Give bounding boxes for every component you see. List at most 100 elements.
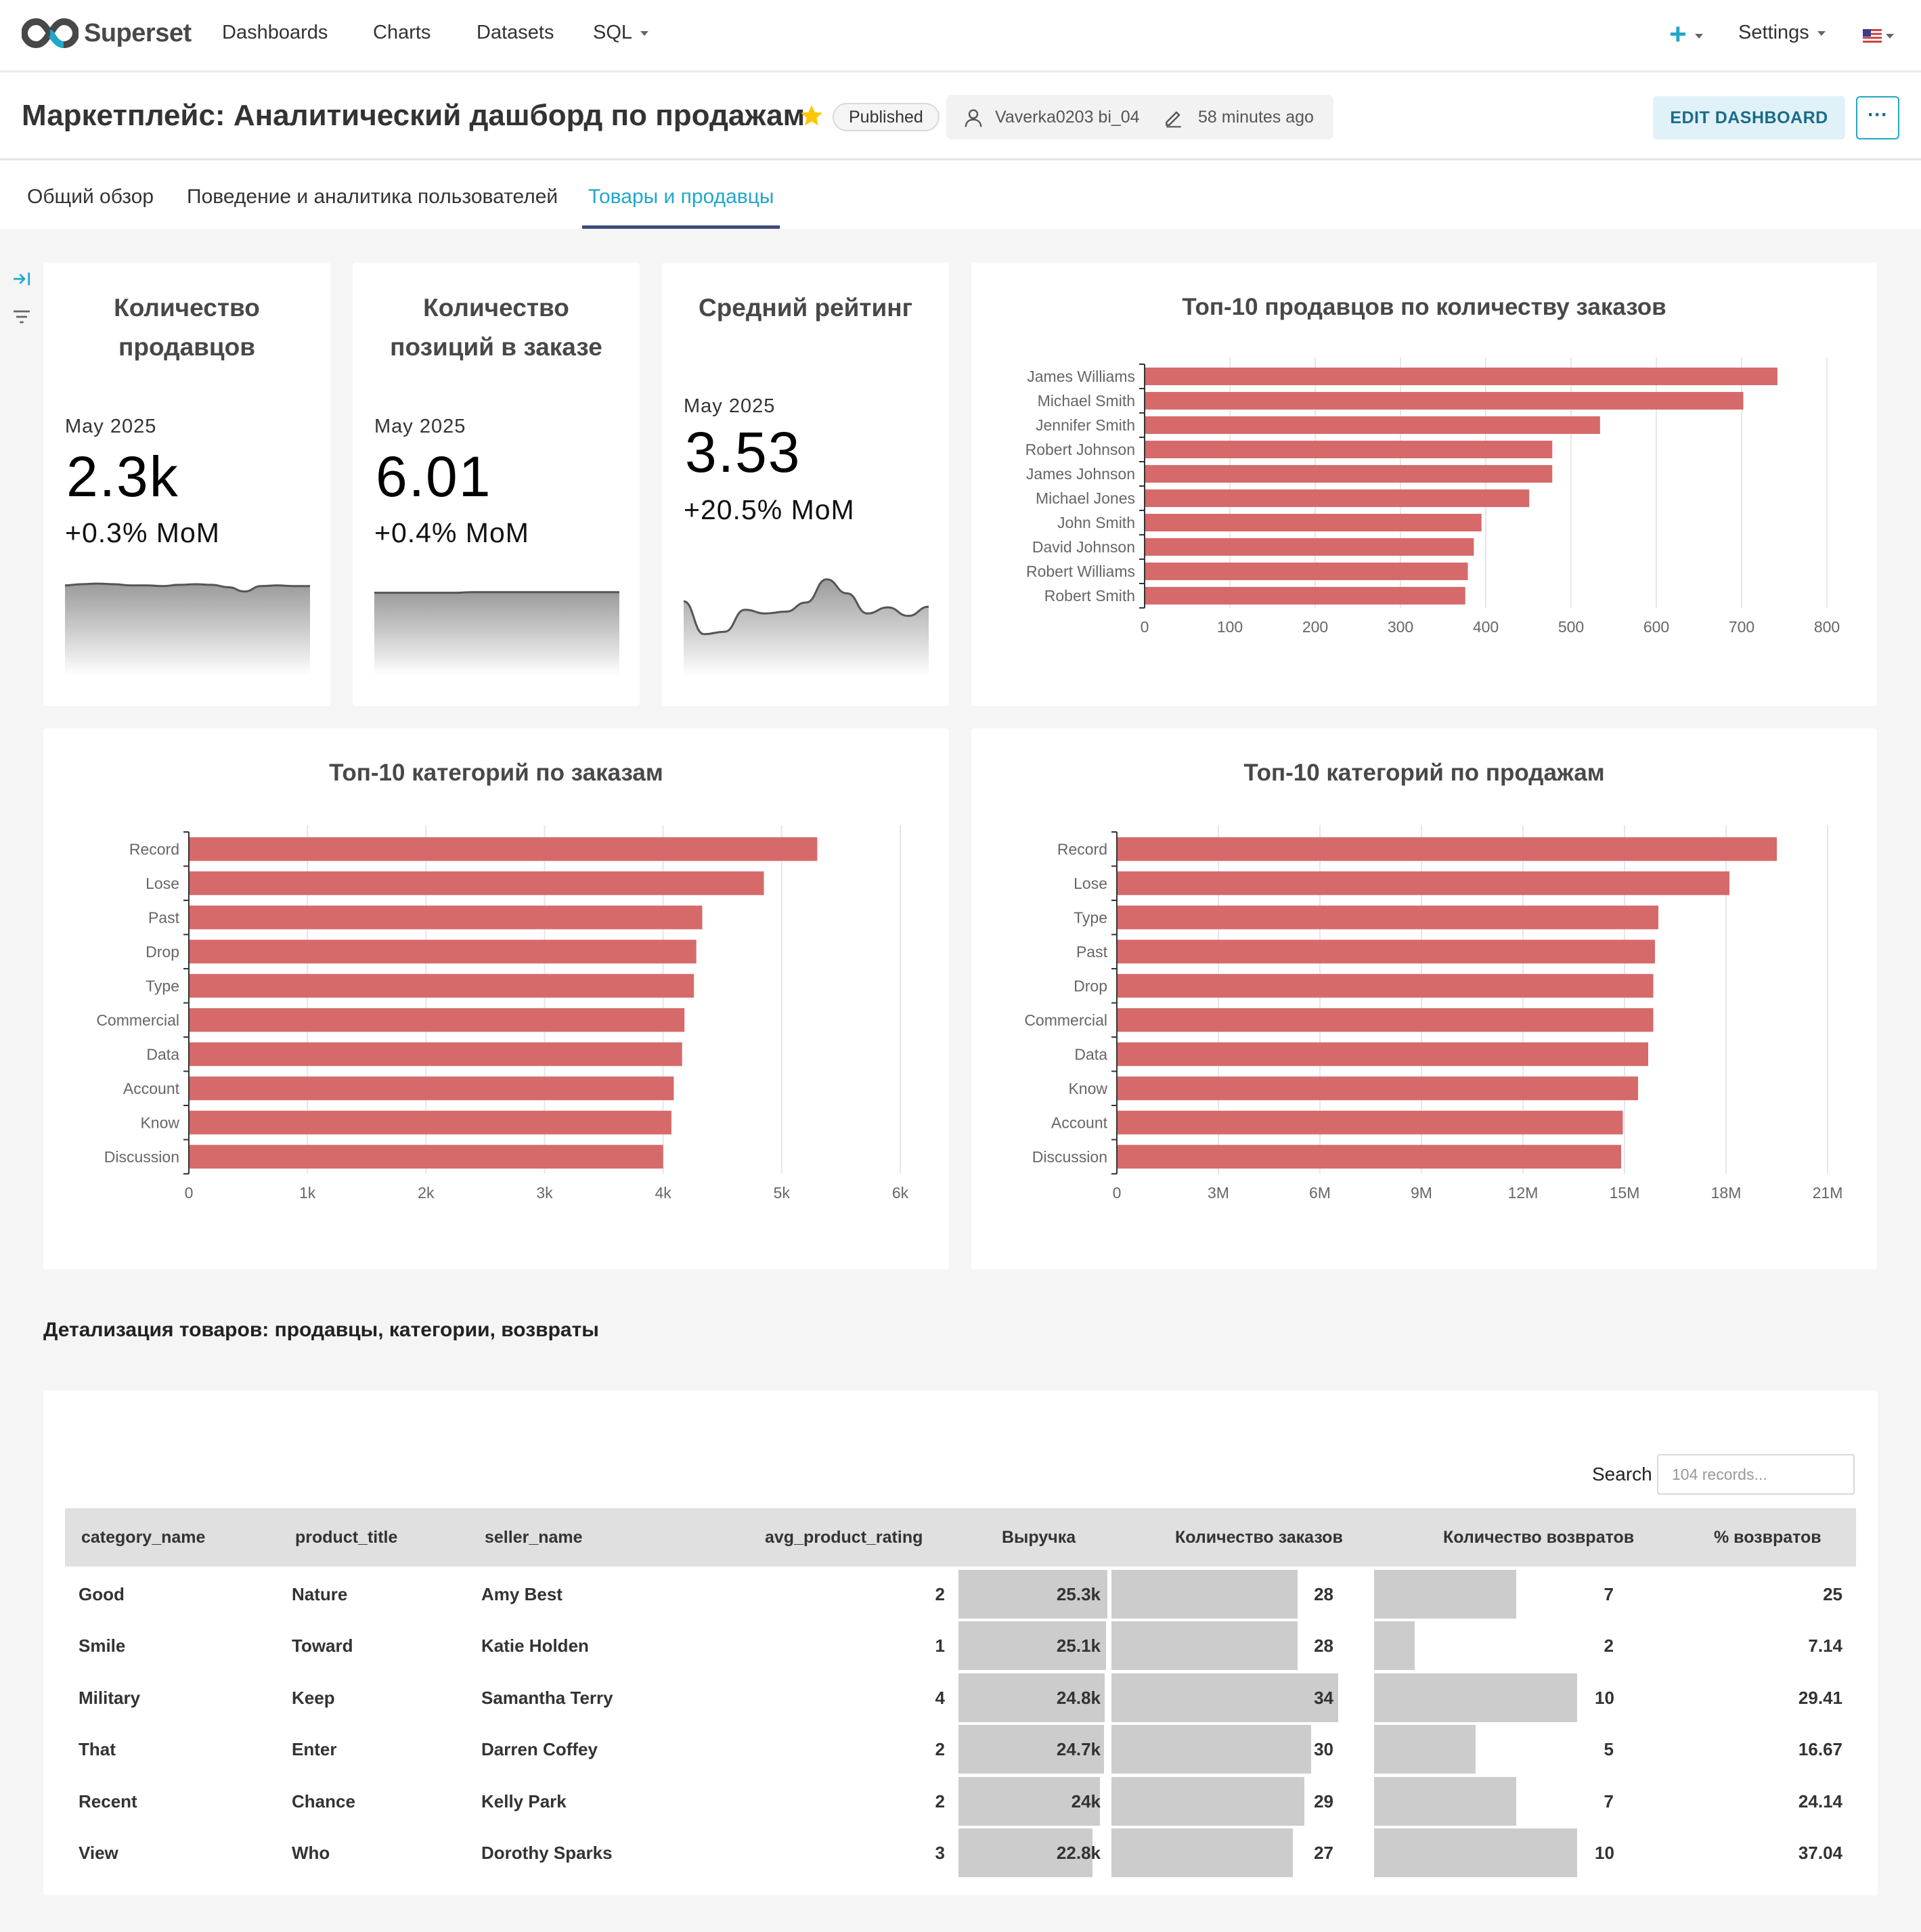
column-header-revenue[interactable]: Выручка bbox=[1002, 1508, 1076, 1566]
column-header-product[interactable]: product_title bbox=[295, 1508, 397, 1566]
nav-datasets[interactable]: Datasets bbox=[477, 22, 554, 44]
nav-charts[interactable]: Charts bbox=[373, 22, 430, 44]
y-category-label: Commercial bbox=[1024, 1011, 1107, 1029]
chart-card-categories-orders: Топ-10 категорий по заказам 0 1k 2k 3k 4k 5k 6… bbox=[43, 728, 949, 1269]
cell-returns: 5 bbox=[1604, 1739, 1614, 1760]
x-tick-label: 18M bbox=[1711, 1184, 1742, 1202]
y-category-label: Robert Johnson bbox=[1025, 441, 1135, 458]
x-tick-label: 21M bbox=[1813, 1184, 1843, 1202]
cell-returns-pct: 16.67 bbox=[1798, 1739, 1842, 1760]
x-tick-label: 6M bbox=[1309, 1184, 1331, 1202]
edit-dashboard-button[interactable]: EDIT DASHBOARD bbox=[1653, 96, 1845, 139]
kpi-card-items-per-order: Количество позиций в заказе May 2025 6.0… bbox=[353, 263, 640, 706]
cell-seller: Kelly Park bbox=[481, 1791, 567, 1812]
bar bbox=[1145, 489, 1530, 507]
cell-returns-pct: 25 bbox=[1823, 1584, 1842, 1604]
settings-menu[interactable]: Settings bbox=[1738, 22, 1826, 44]
x-tick-label: 2k bbox=[418, 1184, 435, 1202]
x-tick-label: 15M bbox=[1610, 1184, 1640, 1202]
us-flag-icon[interactable] bbox=[1863, 29, 1882, 43]
bar bbox=[1145, 563, 1468, 580]
bar bbox=[1145, 441, 1553, 458]
column-header-returns-pct[interactable]: % возвратов bbox=[1714, 1508, 1821, 1566]
kpi-card-sellers: Количество продавцов May 2025 2.3k +0.3%… bbox=[43, 263, 330, 706]
tab-user-behavior[interactable]: Поведение и аналитика пользователей bbox=[187, 185, 558, 208]
bar bbox=[1118, 940, 1655, 964]
bar bbox=[1118, 1042, 1648, 1066]
y-category-label: Know bbox=[1068, 1080, 1107, 1097]
x-tick-label: 300 bbox=[1388, 618, 1413, 636]
sparkline-area bbox=[684, 579, 929, 676]
nav-sql[interactable]: SQL bbox=[593, 22, 649, 44]
owner-name: Vaverka0203 bi_04 bbox=[995, 108, 1140, 127]
x-tick-label: 500 bbox=[1558, 618, 1584, 636]
bar bbox=[1118, 871, 1729, 896]
column-header-seller[interactable]: seller_name bbox=[485, 1508, 583, 1566]
x-tick-label: 700 bbox=[1729, 618, 1754, 636]
kpi-date: May 2025 bbox=[684, 395, 776, 417]
y-category-label: James Williams bbox=[1027, 368, 1135, 385]
star-icon[interactable] bbox=[799, 103, 824, 129]
cell-returns: 10 bbox=[1595, 1687, 1614, 1708]
table-row: View Who Dorothy Sparks 3 22.8k 27 10 37.04 bbox=[65, 1827, 1856, 1879]
active-tab-indicator bbox=[582, 225, 780, 229]
cell-orders: 34 bbox=[1314, 1687, 1333, 1708]
tab-overview[interactable]: Общий обзор bbox=[27, 185, 154, 208]
metadata-bar: Vaverka0203 bi_04 58 minutes ago bbox=[946, 95, 1333, 139]
more-options-button[interactable]: ··· bbox=[1856, 96, 1899, 139]
returns-bar bbox=[1374, 1621, 1415, 1671]
chevron-down-icon bbox=[1817, 30, 1826, 36]
cell-product: Who bbox=[292, 1843, 330, 1863]
user-icon bbox=[965, 109, 982, 127]
column-header-rating[interactable]: avg_product_rating bbox=[765, 1508, 923, 1566]
cell-rating: 2 bbox=[935, 1791, 945, 1812]
cell-returns-pct: 29.41 bbox=[1798, 1687, 1842, 1708]
column-header-category[interactable]: category_name bbox=[81, 1508, 205, 1566]
bar bbox=[190, 905, 703, 929]
search-input[interactable] bbox=[1657, 1454, 1855, 1495]
tab-products-sellers[interactable]: Товары и продавцы bbox=[588, 185, 774, 208]
cell-seller: Katie Holden bbox=[481, 1635, 589, 1656]
returns-bar bbox=[1374, 1673, 1577, 1722]
returns-bar bbox=[1374, 1776, 1516, 1826]
x-tick-label: 100 bbox=[1217, 618, 1243, 636]
bar bbox=[190, 1145, 663, 1169]
cell-category: Smile bbox=[79, 1635, 126, 1656]
kpi-change: +20.5% MoM bbox=[684, 494, 855, 525]
y-category-label: Type bbox=[146, 977, 179, 994]
bar bbox=[190, 1008, 685, 1032]
bar bbox=[1118, 1110, 1623, 1135]
cell-returns: 10 bbox=[1595, 1843, 1614, 1863]
plus-icon[interactable]: + bbox=[1669, 18, 1703, 51]
kpi-title-line: Количество bbox=[114, 294, 260, 322]
nav-datasets-label: Datasets bbox=[477, 22, 554, 43]
cell-product: Nature bbox=[292, 1584, 348, 1604]
chevron-down-icon[interactable] bbox=[1886, 34, 1894, 39]
y-category-label: Past bbox=[148, 908, 180, 926]
cell-product: Enter bbox=[292, 1739, 337, 1760]
y-category-label: Account bbox=[123, 1080, 180, 1097]
chart-card-top-sellers: Топ-10 продавцов по количеству заказов 0… bbox=[971, 263, 1877, 706]
bar bbox=[1118, 905, 1658, 929]
cell-category: Good bbox=[79, 1584, 125, 1604]
x-tick-label: 4k bbox=[655, 1184, 672, 1202]
column-header-orders[interactable]: Количество заказов bbox=[1175, 1508, 1343, 1566]
y-category-label: Michael Smith bbox=[1038, 392, 1135, 410]
bar bbox=[190, 1076, 674, 1101]
cell-rating: 2 bbox=[935, 1584, 945, 1604]
y-category-label: Commercial bbox=[96, 1011, 179, 1029]
y-category-label: Data bbox=[1074, 1045, 1107, 1063]
dashboard-header: Маркетплейс: Аналитический дашборд по пр… bbox=[0, 73, 1921, 160]
bar-chart-svg: 0 1k 2k 3k 4k 5k 6k Record Lose Past Drop Type Comme… bbox=[96, 825, 909, 1202]
nav-dashboards[interactable]: Dashboards bbox=[222, 22, 328, 44]
filter-icon[interactable] bbox=[11, 306, 32, 328]
column-header-returns[interactable]: Количество возвратов bbox=[1443, 1508, 1634, 1566]
expand-filters-icon[interactable] bbox=[11, 268, 32, 290]
y-category-label: Discussion bbox=[1032, 1148, 1107, 1166]
y-category-label: Data bbox=[146, 1045, 179, 1063]
bar bbox=[1118, 837, 1777, 861]
x-tick-label: 6k bbox=[892, 1184, 909, 1202]
cell-revenue: 24.7k bbox=[1056, 1739, 1101, 1760]
superset-logo[interactable]: Superset bbox=[22, 16, 192, 50]
x-tick-label: 1k bbox=[299, 1184, 316, 1202]
